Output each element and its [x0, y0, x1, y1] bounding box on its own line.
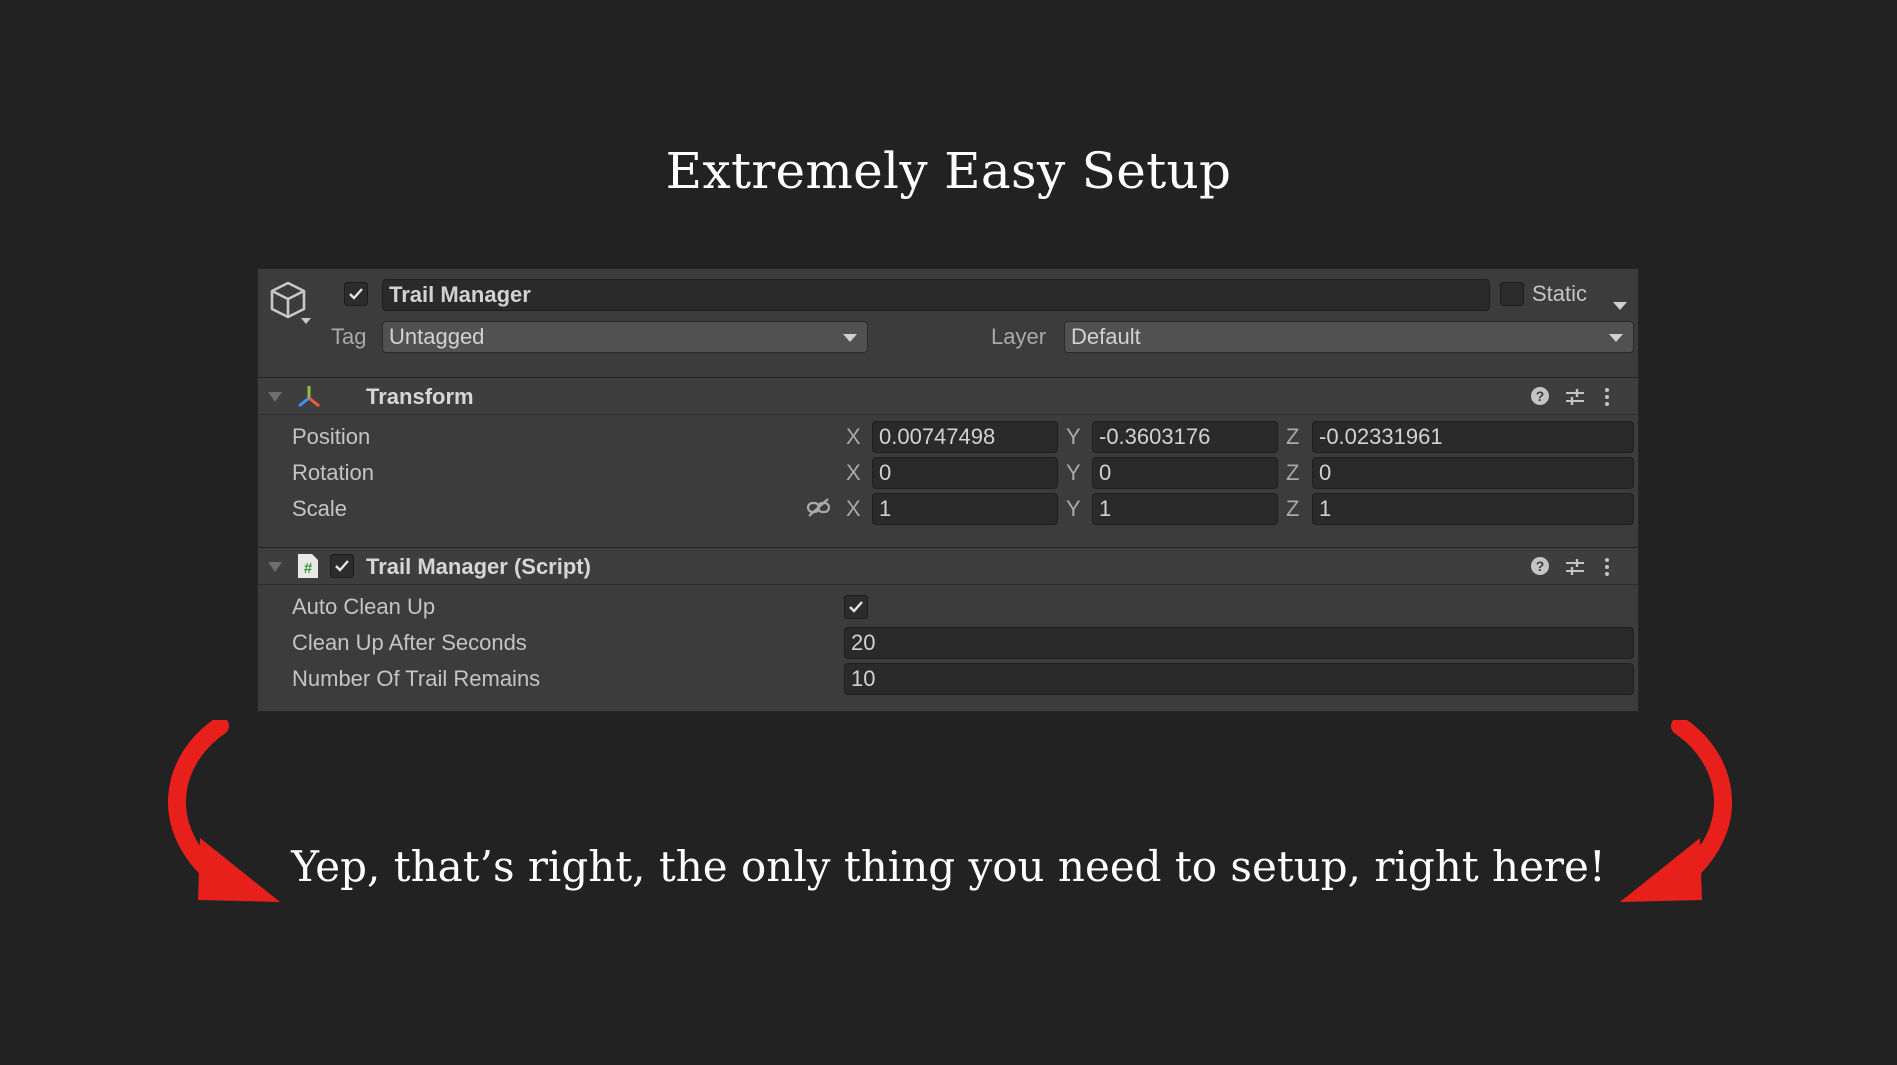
- static-dropdown-icon[interactable]: [1613, 291, 1627, 317]
- number-of-trail-remains-label: Number Of Trail Remains: [292, 666, 541, 691]
- chevron-down-icon: [1609, 334, 1623, 342]
- number-of-trail-remains-field[interactable]: 10: [844, 663, 1634, 695]
- presets-icon[interactable]: [1564, 386, 1586, 414]
- more-options-icon[interactable]: [1604, 386, 1610, 414]
- constrain-proportions-link-icon[interactable]: [806, 497, 832, 525]
- position-x-field[interactable]: 0.00747498: [872, 421, 1058, 453]
- axis-x-label[interactable]: X: [846, 460, 861, 486]
- layer-value: Default: [1071, 324, 1141, 349]
- script-component-header[interactable]: # Trail Manager (Script) ?: [258, 547, 1638, 585]
- axis-x-label[interactable]: X: [846, 496, 861, 522]
- auto-clean-up-checkbox[interactable]: [844, 595, 868, 619]
- tag-dropdown[interactable]: Untagged: [382, 321, 868, 353]
- position-y-field[interactable]: -0.3603176: [1092, 421, 1278, 453]
- rotation-x-field[interactable]: 0: [872, 457, 1058, 489]
- foldout-arrow-icon[interactable]: [268, 392, 282, 402]
- static-checkbox[interactable]: [1500, 282, 1524, 306]
- scale-z-field[interactable]: 1: [1312, 493, 1634, 525]
- script-hash-icon: #: [296, 553, 320, 585]
- svg-text:?: ?: [1536, 558, 1545, 574]
- page-title: Extremely Easy Setup: [665, 142, 1232, 200]
- layer-label: Layer: [991, 324, 1047, 349]
- position-z-field[interactable]: -0.02331961: [1312, 421, 1634, 453]
- script-title: Trail Manager (Script): [366, 554, 591, 579]
- caption-text: Yep, that’s right, the only thing you ne…: [291, 842, 1606, 891]
- transform-axes-icon: [296, 384, 322, 416]
- chevron-down-icon: [843, 334, 857, 342]
- axis-z-label[interactable]: Z: [1286, 496, 1299, 522]
- axis-y-label[interactable]: Y: [1066, 424, 1081, 450]
- transform-header[interactable]: Transform ?: [258, 377, 1638, 415]
- scale-x-field[interactable]: 1: [872, 493, 1058, 525]
- gameobject-active-checkbox[interactable]: [344, 282, 368, 306]
- more-options-icon[interactable]: [1604, 556, 1610, 584]
- svg-text:#: #: [304, 560, 313, 577]
- axis-z-label[interactable]: Z: [1286, 424, 1299, 450]
- inspector-panel: Trail Manager Static Tag Untagged Layer …: [257, 268, 1639, 712]
- axis-x-label[interactable]: X: [846, 424, 861, 450]
- axis-y-label[interactable]: Y: [1066, 460, 1081, 486]
- tag-label: Tag: [331, 324, 367, 349]
- static-label: Static: [1532, 281, 1588, 306]
- scale-y-field[interactable]: 1: [1092, 493, 1278, 525]
- help-icon[interactable]: ?: [1530, 386, 1550, 412]
- script-enabled-checkbox[interactable]: [330, 554, 354, 578]
- layer-dropdown[interactable]: Default: [1064, 321, 1634, 353]
- clean-up-after-seconds-label: Clean Up After Seconds: [292, 630, 527, 655]
- help-icon[interactable]: ?: [1530, 556, 1550, 582]
- tag-value: Untagged: [389, 324, 485, 349]
- clean-up-after-seconds-field[interactable]: 20: [844, 627, 1634, 659]
- transform-title: Transform: [366, 384, 474, 409]
- rotation-y-field[interactable]: 0: [1092, 457, 1278, 489]
- axis-y-label[interactable]: Y: [1066, 496, 1081, 522]
- axis-z-label[interactable]: Z: [1286, 460, 1299, 486]
- auto-clean-up-label: Auto Clean Up: [292, 594, 436, 619]
- svg-text:?: ?: [1536, 388, 1545, 404]
- rotation-z-field[interactable]: 0: [1312, 457, 1634, 489]
- presets-icon[interactable]: [1564, 556, 1586, 584]
- position-label: Position: [292, 424, 371, 449]
- foldout-arrow-icon[interactable]: [268, 562, 282, 572]
- rotation-label: Rotation: [292, 460, 374, 485]
- scale-label: Scale: [292, 496, 348, 521]
- gameobject-cube-icon[interactable]: [268, 279, 314, 331]
- gameobject-name-field[interactable]: Trail Manager: [382, 279, 1490, 311]
